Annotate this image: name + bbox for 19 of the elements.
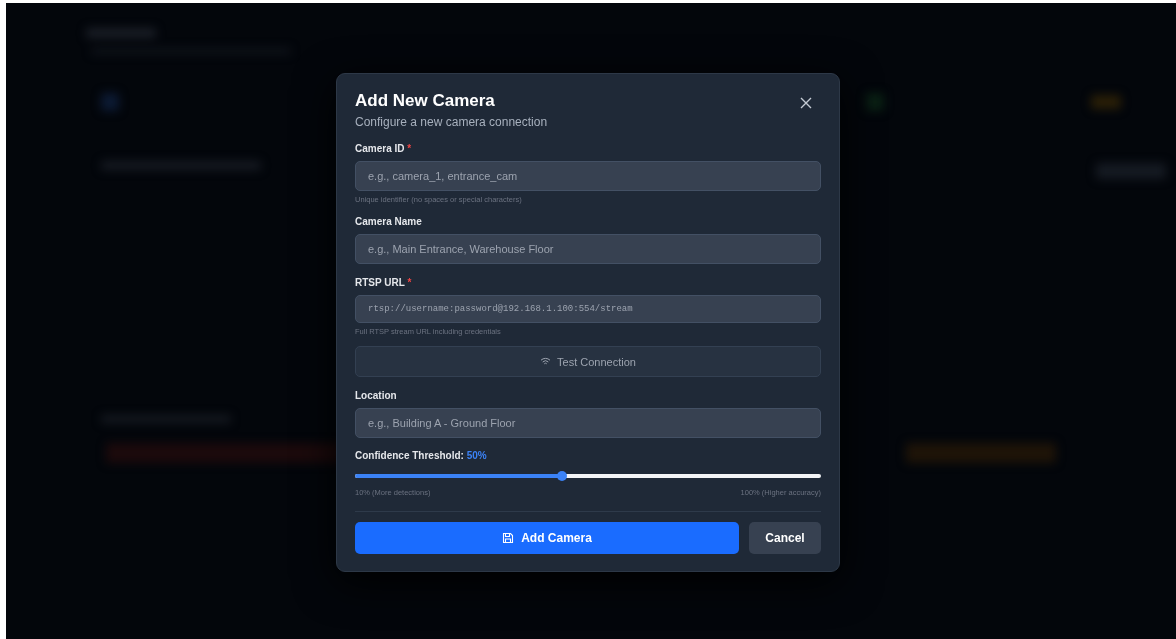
- input-field[interactable]: e.g., Main Entrance, Warehouse Floor: [355, 234, 821, 264]
- close-icon[interactable]: [800, 97, 812, 109]
- field-label: Camera ID *: [355, 143, 413, 154]
- dialog-title: Add New Camera: [355, 91, 496, 111]
- threshold-slider[interactable]: [355, 471, 821, 481]
- field-label: RTSP URL *: [355, 277, 413, 288]
- threshold-label: Confidence Threshold: 50%: [355, 450, 488, 461]
- cancel-button[interactable]: Cancel: [749, 522, 821, 554]
- input-field[interactable]: rtsp://username:password@192.168.1.100:554/stream: [355, 295, 821, 323]
- field-label: Camera Name: [355, 216, 423, 227]
- field-label: Location: [355, 390, 398, 401]
- input-field[interactable]: e.g., camera_1, entrance_cam: [355, 161, 821, 191]
- dialog-subtitle: Configure a new camera connection: [355, 115, 548, 129]
- slider-thumb[interactable]: [557, 471, 568, 481]
- test-connection-button[interactable]: Test Connection: [355, 346, 821, 377]
- wifi-icon: [540, 357, 552, 366]
- add-camera-button[interactable]: Add Camera: [355, 522, 739, 554]
- save-icon: [502, 532, 515, 544]
- input-field[interactable]: e.g., Building A - Ground Floor: [355, 408, 821, 438]
